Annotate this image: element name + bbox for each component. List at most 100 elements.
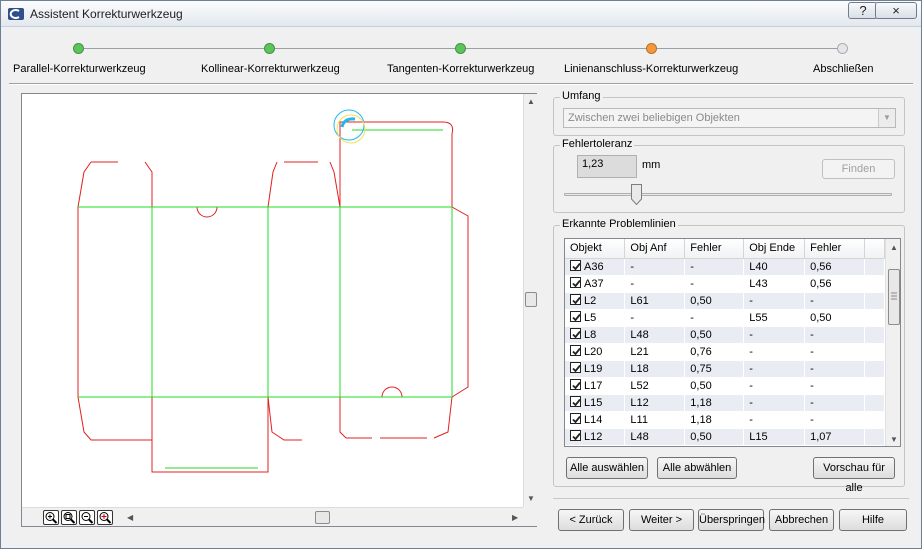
row-cell: L61 bbox=[624, 292, 686, 310]
drawing-viewport[interactable]: ▲ ▼ ◀ ▶ bbox=[21, 93, 537, 527]
column-header-fehler-anf[interactable]: Fehler bbox=[684, 239, 745, 259]
close-button[interactable]: × bbox=[875, 2, 917, 19]
cell-text: 1,07 bbox=[810, 430, 832, 443]
row-cell: - bbox=[804, 343, 866, 361]
canvas-vscroll-thumb[interactable] bbox=[525, 292, 537, 307]
problem-line-highlight[interactable] bbox=[333, 109, 366, 144]
zoom-in-icon[interactable] bbox=[43, 510, 59, 525]
tolerance-group: Fehlertoleranz 1,23 mm Finden bbox=[553, 138, 905, 213]
zoom-fit-icon[interactable] bbox=[97, 510, 113, 525]
tolerance-slider-track[interactable] bbox=[564, 193, 892, 196]
table-row[interactable]: L8 L48 0,50 - - bbox=[565, 326, 885, 344]
table-scroll-up-icon[interactable]: ▲ bbox=[890, 243, 898, 252]
problem-lines-table[interactable]: Objekt Obj Anf Fehler Obj Ende Fehler A3… bbox=[564, 238, 901, 447]
next-button[interactable]: Weiter > bbox=[629, 509, 694, 531]
row-object-cell[interactable]: L17 bbox=[565, 377, 626, 395]
cell-text: - bbox=[810, 379, 814, 392]
table-row[interactable]: L19 L18 0,75 - - bbox=[565, 360, 885, 378]
tolerance-slider-thumb[interactable] bbox=[631, 184, 643, 205]
row-checkbox[interactable] bbox=[570, 294, 581, 305]
cell-text: - bbox=[810, 328, 814, 341]
checkmark-icon bbox=[572, 279, 581, 288]
row-cell: 0,76 bbox=[684, 343, 745, 361]
cell-text: - bbox=[630, 311, 635, 324]
row-checkbox[interactable] bbox=[570, 362, 581, 373]
row-checkbox[interactable] bbox=[570, 345, 581, 356]
row-checkbox[interactable] bbox=[570, 328, 581, 339]
back-button[interactable]: < Zurück bbox=[558, 509, 624, 531]
scroll-up-arrow-icon[interactable]: ▲ bbox=[527, 97, 535, 106]
chevron-down-icon[interactable]: ▼ bbox=[878, 109, 895, 127]
help-title-button[interactable]: ? bbox=[848, 2, 878, 19]
row-filler bbox=[864, 394, 885, 412]
column-header-fehler-ende[interactable]: Fehler bbox=[804, 239, 866, 259]
table-row[interactable]: A37 - - L43 0,56 bbox=[565, 275, 885, 293]
table-row[interactable]: A36 - - L40 0,56 bbox=[565, 258, 885, 276]
table-row[interactable]: L12 L48 0,50 L15 1,07 bbox=[565, 428, 885, 446]
row-object-cell[interactable]: L12 bbox=[565, 428, 626, 446]
table-scroll-down-icon[interactable]: ▼ bbox=[890, 435, 898, 444]
umfang-select[interactable]: Zwischen zwei beliebigen Objekten ▼ bbox=[563, 108, 896, 128]
row-cell: L48 bbox=[624, 326, 686, 344]
scroll-down-arrow-icon[interactable]: ▼ bbox=[527, 494, 535, 503]
row-checkbox[interactable] bbox=[570, 396, 581, 407]
row-object-cell[interactable]: L19 bbox=[565, 360, 626, 378]
row-object-cell[interactable]: L5 bbox=[565, 309, 626, 327]
table-row[interactable]: L17 L52 0,50 - - bbox=[565, 377, 885, 395]
row-checkbox[interactable] bbox=[570, 260, 581, 271]
canvas-horizontal-scrollbar[interactable]: ◀ ▶ bbox=[122, 507, 523, 526]
row-checkbox[interactable] bbox=[570, 277, 581, 288]
canvas-hscroll-thumb[interactable] bbox=[315, 511, 330, 524]
row-object-cell[interactable]: L2 bbox=[565, 292, 626, 310]
row-object-cell[interactable]: L8 bbox=[565, 326, 626, 344]
cell-text: L8 bbox=[584, 329, 597, 341]
table-scroll-thumb[interactable] bbox=[888, 269, 900, 325]
find-button[interactable]: Finden bbox=[822, 159, 895, 179]
cell-text: 0,56 bbox=[810, 260, 832, 273]
row-checkbox[interactable] bbox=[570, 413, 581, 424]
row-cell: L12 bbox=[624, 394, 686, 412]
table-row[interactable]: L14 L11 1,18 - - bbox=[565, 411, 885, 429]
scroll-left-arrow-icon[interactable]: ◀ bbox=[127, 513, 133, 522]
row-filler bbox=[864, 309, 885, 327]
crease-lines bbox=[78, 129, 453, 469]
box-die-line-drawing[interactable] bbox=[22, 94, 523, 507]
cell-text: - bbox=[749, 345, 753, 358]
cell-text: - bbox=[749, 294, 753, 307]
column-header-objekt[interactable]: Objekt bbox=[565, 239, 626, 259]
canvas-vertical-scrollbar[interactable]: ▲ ▼ bbox=[523, 94, 537, 508]
table-row[interactable]: L20 L21 0,76 - - bbox=[565, 343, 885, 361]
row-object-cell[interactable]: L15 bbox=[565, 394, 626, 412]
row-object-cell[interactable]: A37 bbox=[565, 275, 626, 293]
help-button[interactable]: Hilfe bbox=[839, 509, 907, 531]
row-object-cell[interactable]: L20 bbox=[565, 343, 626, 361]
row-filler bbox=[864, 343, 885, 361]
row-cell: L18 bbox=[624, 360, 686, 378]
deselect-all-button[interactable]: Alle abwählen bbox=[657, 457, 737, 479]
zoom-window-icon[interactable] bbox=[61, 510, 77, 525]
tolerance-input[interactable]: 1,23 bbox=[577, 155, 637, 178]
preview-all-button[interactable]: Vorschau für alle bbox=[813, 457, 895, 494]
row-cell: - bbox=[743, 360, 806, 378]
stepper-divider bbox=[9, 83, 913, 85]
cancel-button[interactable]: Abbrechen bbox=[769, 509, 834, 531]
row-checkbox[interactable] bbox=[570, 311, 581, 322]
table-row[interactable]: L2 L61 0,50 - - bbox=[565, 292, 885, 310]
row-object-cell[interactable]: A36 bbox=[565, 258, 626, 276]
skip-button[interactable]: Überspringen bbox=[698, 509, 765, 531]
step-label-kollinear: Kollinear-Korrekturwerkzeug bbox=[201, 63, 340, 75]
zoom-out-icon[interactable] bbox=[79, 510, 95, 525]
table-row[interactable]: L5 - - L55 0,50 bbox=[565, 309, 885, 327]
column-header-obj-ende[interactable]: Obj Ende bbox=[743, 239, 806, 259]
select-all-button[interactable]: Alle auswählen bbox=[566, 457, 648, 479]
scroll-right-arrow-icon[interactable]: ▶ bbox=[512, 513, 518, 522]
checkmark-icon bbox=[572, 330, 581, 339]
row-object-cell[interactable]: L14 bbox=[565, 411, 626, 429]
row-checkbox[interactable] bbox=[570, 430, 581, 441]
table-vertical-scrollbar[interactable]: ▲ ▼ bbox=[885, 239, 900, 446]
cell-text: L20 bbox=[584, 346, 603, 358]
column-header-obj-anf[interactable]: Obj Anf bbox=[624, 239, 686, 259]
row-checkbox[interactable] bbox=[570, 379, 581, 390]
table-row[interactable]: L15 L12 1,18 - - bbox=[565, 394, 885, 412]
row-cell: 0,56 bbox=[804, 275, 866, 293]
